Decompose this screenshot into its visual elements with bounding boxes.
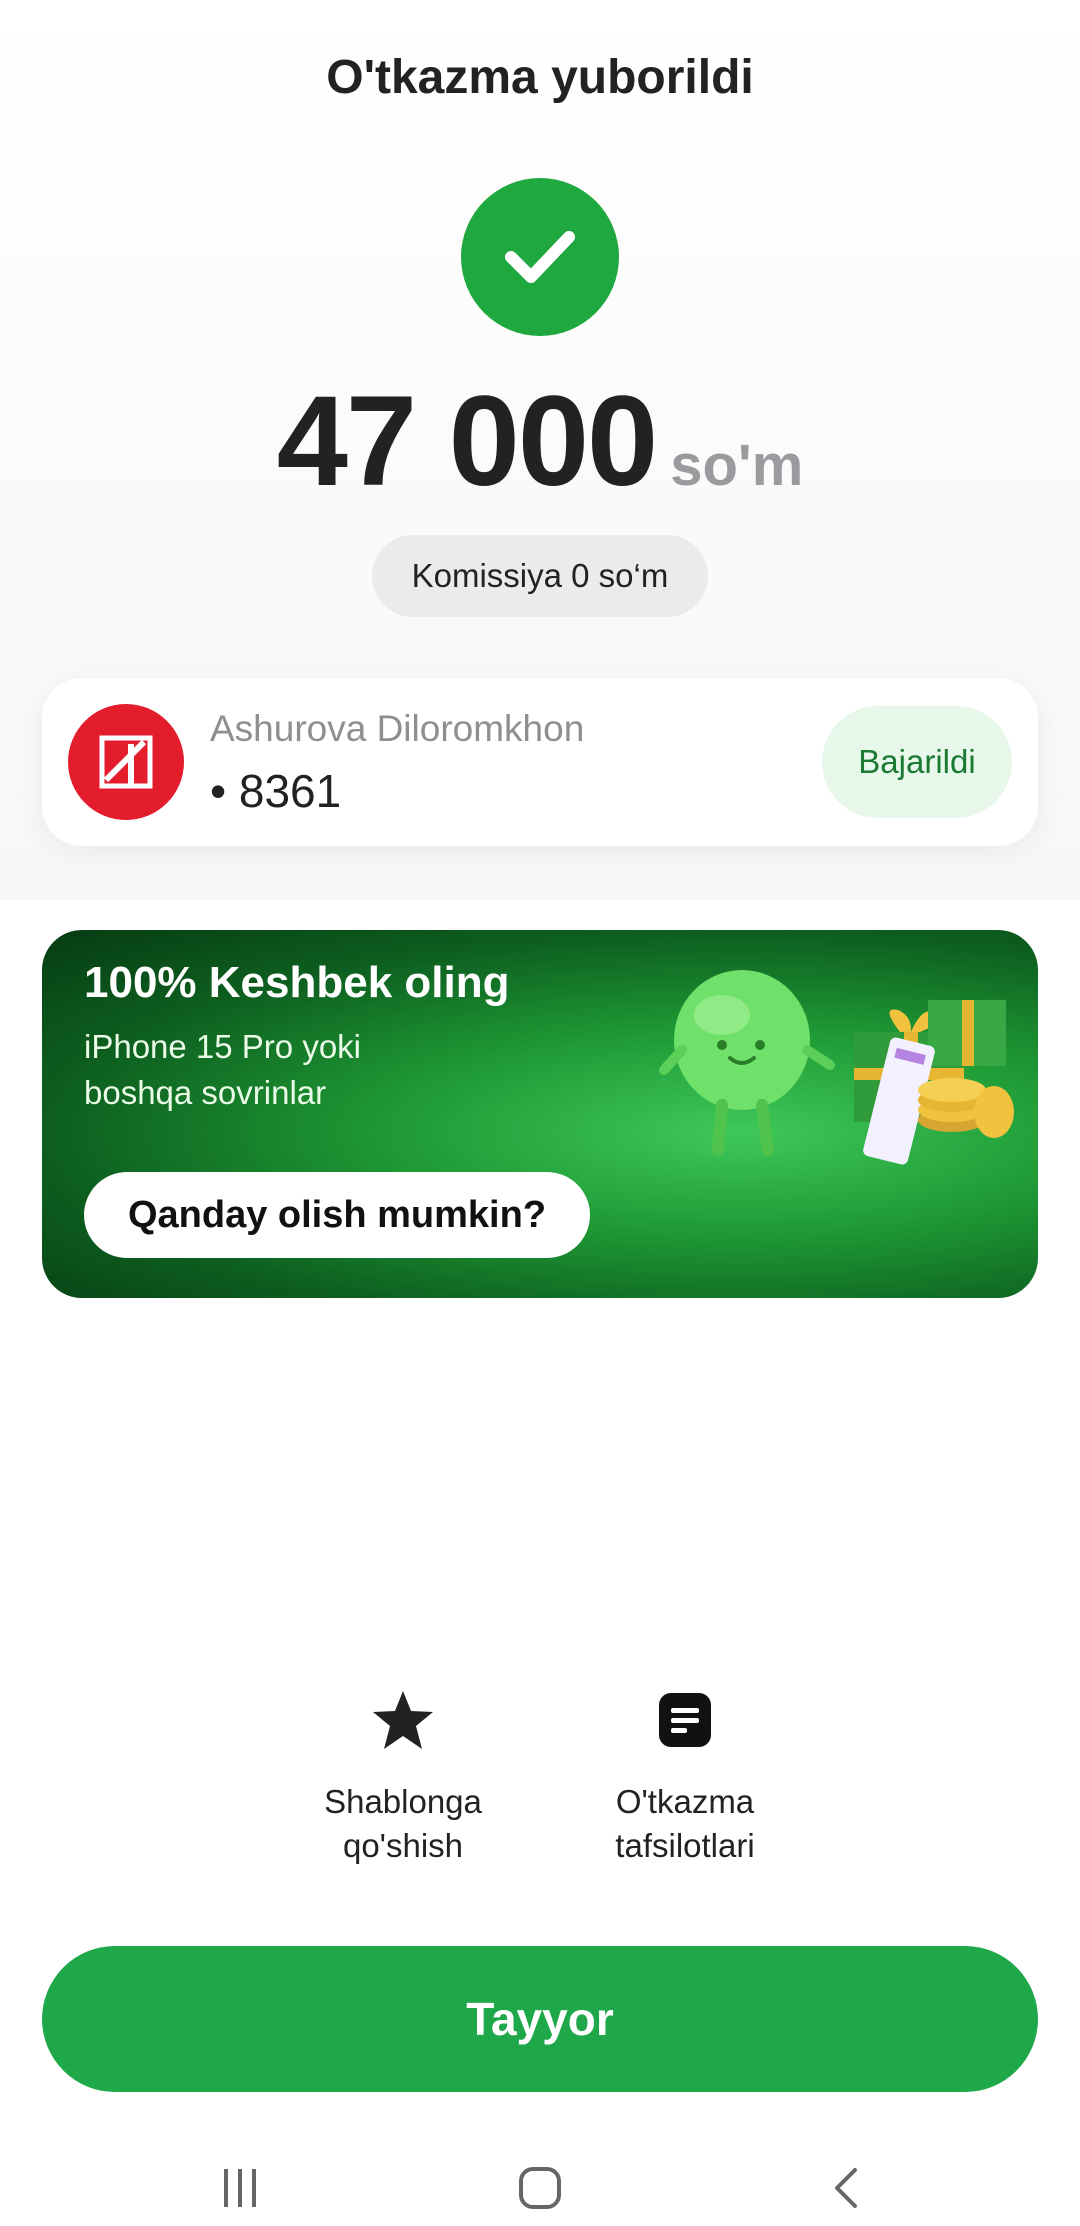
checkmark-icon [505,231,575,283]
home-icon[interactable] [480,2158,600,2218]
action-icon-wrap [555,1680,815,1760]
success-badge [461,178,619,336]
promo-title: 100% Keshbek oling [84,958,510,1007]
recent-apps-icon[interactable] [180,2158,300,2218]
commission-badge: Komissiya 0 so‘m [372,535,708,617]
bank-logo-icon [68,704,184,820]
page-title: O'tkazma yuborildi [326,51,754,104]
recipient-card[interactable]: Ashurova Diloromkhon • 8361 Bajarildi [42,678,1038,846]
action-label-line: Shablonga [324,1783,482,1820]
cashback-promo-banner[interactable]: 100% Keshbek oling iPhone 15 Pro yoki bo… [42,930,1038,1298]
promo-subtitle-line1: iPhone 15 Pro yoki [84,1028,362,1065]
transfer-details-action[interactable]: O'tkazma tafsilotlari [555,1680,815,1868]
back-icon[interactable] [785,2158,905,2218]
done-button[interactable]: Tayyor [42,1946,1038,2092]
action-icon-wrap [273,1680,533,1760]
document-icon [659,1693,711,1747]
action-label-line: O'tkazma [615,1783,755,1820]
action-label: O'tkazma tafsilotlari [555,1780,815,1868]
star-icon [373,1691,433,1749]
recipient-name: Ashurova Diloromkhon [210,708,585,749]
promo-how-to-get-button[interactable]: Qanday olish mumkin? [84,1172,590,1258]
amount-display: 47 000 so'm [0,368,1080,515]
action-label-line: tafsilotlari [615,1827,755,1864]
action-label: Shablonga qo'shish [273,1780,533,1868]
promo-subtitle-line2: boshqa sovrinlar [84,1074,327,1111]
action-label-line: qo'shish [342,1827,464,1864]
add-to-templates-action[interactable]: Shablonga qo'shish [273,1680,533,1868]
mascot-gifts-illustration [659,970,1014,1165]
amount-currency: so'm [670,433,804,498]
amount-value: 47 000 [276,370,658,513]
system-navigation-bar [0,2150,1080,2226]
status-badge: Bajarildi [822,706,1012,818]
recipient-card-number: • 8361 [210,765,342,817]
promo-subtitle: iPhone 15 Pro yoki boshqa sovrinlar [84,1024,504,1116]
